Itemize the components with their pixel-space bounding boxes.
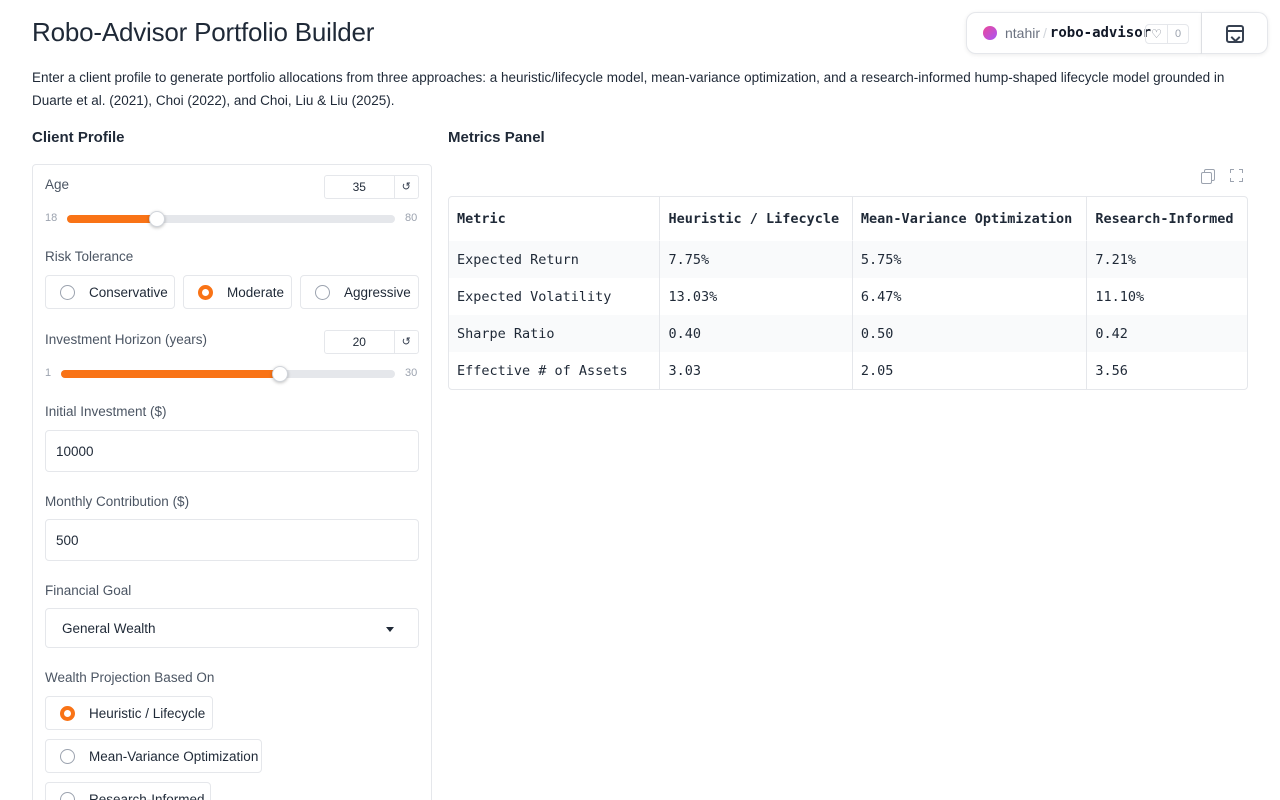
page-title: Robo-Advisor Portfolio Builder bbox=[32, 17, 375, 47]
like-count: 0 bbox=[1174, 28, 1182, 40]
age-label: Age bbox=[45, 177, 70, 192]
risk-option-label: Aggressive bbox=[344, 284, 411, 300]
age-min: 18 bbox=[45, 212, 58, 224]
risk-option-conservative[interactable]: Conservative bbox=[45, 275, 175, 309]
radio-icon bbox=[198, 284, 213, 300]
radio-icon bbox=[60, 791, 75, 800]
table-cell[interactable]: 13.03% bbox=[659, 278, 851, 315]
financial-goal-dropdown[interactable]: General Wealth bbox=[45, 608, 419, 648]
copy-icon[interactable] bbox=[1201, 169, 1215, 184]
horizon-slider[interactable] bbox=[61, 366, 395, 382]
monthly-contribution-input[interactable]: 500 bbox=[45, 519, 419, 561]
table-row: Expected Return 7.75% 5.75% 7.21% bbox=[449, 241, 1247, 278]
age-number-input[interactable]: 35 ↺ bbox=[324, 175, 419, 199]
risk-option-moderate[interactable]: Moderate bbox=[183, 275, 292, 309]
table-cell[interactable]: 6.47% bbox=[851, 278, 1086, 315]
horizon-reset-icon[interactable]: ↺ bbox=[393, 331, 418, 353]
projection-option-label: Research-Informed bbox=[89, 791, 205, 800]
horizon-slider-thumb[interactable] bbox=[272, 366, 288, 382]
table-row: Expected Volatility 13.03% 6.47% 11.10% bbox=[449, 278, 1247, 315]
horizon-min: 1 bbox=[45, 367, 52, 379]
age-value[interactable]: 35 bbox=[325, 180, 394, 194]
table-cell[interactable]: 7.21% bbox=[1086, 241, 1247, 278]
metrics-table: Metric Heuristic / Lifecycle Mean-Varian… bbox=[448, 196, 1248, 390]
table-row: Effective # of Assets 3.03 2.05 3.56 bbox=[449, 352, 1247, 389]
age-slider-thumb[interactable] bbox=[149, 211, 165, 227]
metrics-panel-heading: Metrics Panel bbox=[448, 129, 545, 146]
projection-option-heuristic[interactable]: Heuristic / Lifecycle bbox=[45, 696, 213, 730]
table-cell[interactable]: 3.03 bbox=[659, 352, 851, 389]
client-profile-panel: Age 35 ↺ 18 80 Risk Tolerance Conservati… bbox=[32, 164, 432, 800]
projection-option-label: Heuristic / Lifecycle bbox=[89, 705, 206, 721]
space-separator: / bbox=[1043, 25, 1047, 41]
horizon-max: 30 bbox=[405, 367, 418, 379]
table-cell[interactable]: 0.50 bbox=[851, 315, 1087, 352]
radio-icon bbox=[60, 284, 75, 300]
initial-investment-input[interactable]: 10000 bbox=[45, 430, 419, 472]
column-header[interactable]: Mean-Variance Optimization bbox=[851, 197, 1087, 241]
projection-label: Wealth Projection Based On bbox=[45, 670, 215, 685]
table-cell[interactable]: 7.75% bbox=[659, 241, 852, 278]
table-cell[interactable]: 5.75% bbox=[851, 241, 1087, 278]
table-cell[interactable]: 11.10% bbox=[1086, 278, 1247, 315]
table-header-row: Metric Heuristic / Lifecycle Mean-Varian… bbox=[449, 197, 1247, 241]
age-max: 80 bbox=[405, 212, 418, 224]
caret-down-icon bbox=[386, 627, 394, 632]
fullscreen-icon[interactable] bbox=[1230, 169, 1243, 182]
table-cell[interactable]: 3.56 bbox=[1086, 352, 1247, 389]
column-header[interactable]: Metric bbox=[449, 197, 660, 241]
space-badge[interactable]: ntahir / robo-advisor ♡ 0 bbox=[966, 12, 1202, 54]
projection-option-research[interactable]: Research-Informed bbox=[45, 782, 211, 800]
space-repo-name[interactable]: robo-advisor bbox=[1050, 25, 1151, 41]
heart-icon: ♡ bbox=[1146, 25, 1168, 43]
risk-option-label: Moderate bbox=[227, 284, 285, 300]
radio-icon bbox=[315, 284, 330, 300]
client-profile-heading: Client Profile bbox=[32, 129, 125, 146]
table-cell[interactable]: Sharpe Ratio bbox=[449, 315, 660, 352]
like-button[interactable]: ♡ 0 bbox=[1145, 24, 1189, 44]
space-avatar-icon bbox=[983, 26, 997, 40]
horizon-number-input[interactable]: 20 ↺ bbox=[324, 330, 419, 354]
age-slider[interactable] bbox=[67, 211, 395, 227]
financial-goal-value: General Wealth bbox=[62, 620, 156, 636]
column-header[interactable]: Research-Informed bbox=[1086, 197, 1247, 241]
collapse-header bbox=[1202, 12, 1268, 54]
table-cell[interactable]: Expected Return bbox=[449, 241, 660, 278]
page-description: Enter a client profile to generate portf… bbox=[32, 70, 1225, 108]
horizon-slider-fill bbox=[61, 370, 280, 378]
table-cell[interactable]: 2.05 bbox=[851, 352, 1086, 389]
risk-option-aggressive[interactable]: Aggressive bbox=[300, 275, 419, 309]
radio-icon bbox=[60, 705, 75, 721]
horizon-value[interactable]: 20 bbox=[325, 335, 394, 349]
column-header[interactable]: Heuristic / Lifecycle bbox=[659, 197, 852, 241]
risk-tolerance-label: Risk Tolerance bbox=[45, 249, 134, 264]
projection-option-mean-variance[interactable]: Mean-Variance Optimization bbox=[45, 739, 262, 773]
table-cell[interactable]: Effective # of Assets bbox=[449, 352, 659, 389]
table-cell[interactable]: 0.42 bbox=[1086, 315, 1247, 352]
horizon-label: Investment Horizon (years) bbox=[45, 332, 208, 347]
risk-option-label: Conservative bbox=[89, 284, 168, 300]
table-cell[interactable]: Expected Volatility bbox=[449, 278, 659, 315]
age-slider-fill bbox=[67, 215, 157, 223]
radio-icon bbox=[60, 748, 75, 764]
monthly-contribution-label: Monthly Contribution ($) bbox=[45, 494, 190, 509]
table-cell[interactable]: 0.40 bbox=[659, 315, 852, 352]
age-reset-icon[interactable]: ↺ bbox=[393, 176, 418, 198]
space-owner[interactable]: ntahir bbox=[1005, 25, 1040, 41]
collapse-icon[interactable] bbox=[1226, 25, 1244, 43]
table-row: Sharpe Ratio 0.40 0.50 0.42 bbox=[449, 315, 1247, 352]
financial-goal-label: Financial Goal bbox=[45, 583, 132, 598]
projection-option-label: Mean-Variance Optimization bbox=[89, 748, 259, 764]
initial-investment-label: Initial Investment ($) bbox=[45, 404, 167, 419]
